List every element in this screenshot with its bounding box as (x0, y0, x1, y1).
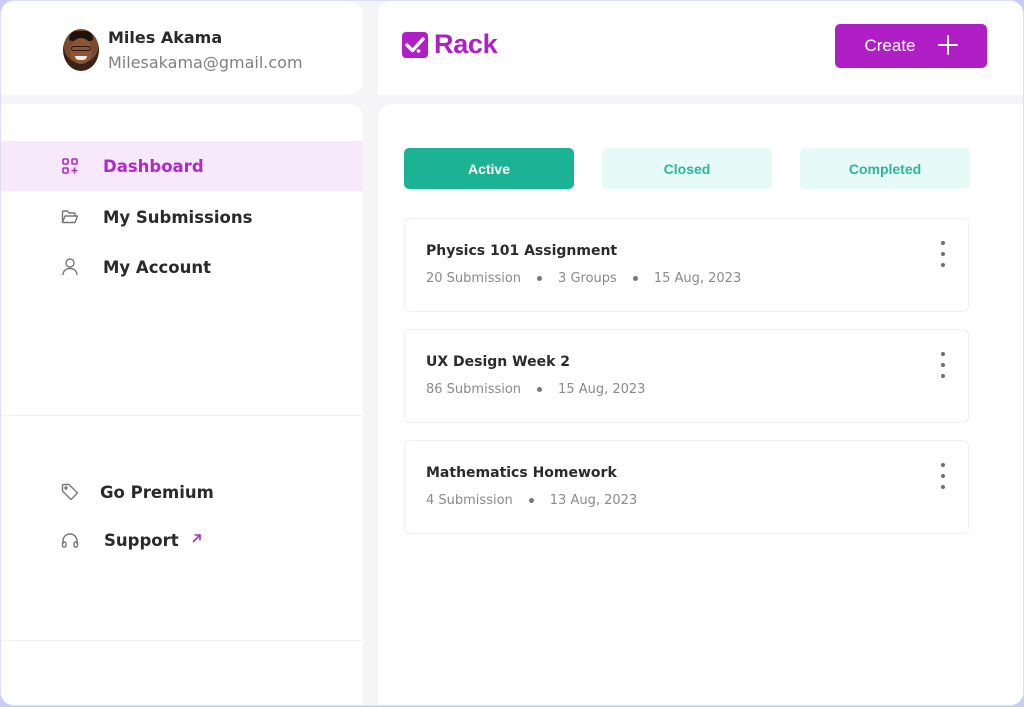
sidebar-item-label: Dashboard (103, 156, 204, 176)
user-email: Milesakama@gmail.com (108, 53, 303, 72)
dot-separator (632, 276, 638, 281)
grid-add-icon (61, 157, 79, 175)
sidebar-item-go-premium[interactable]: Go Premium (1, 467, 363, 517)
sidebar-divider (1, 640, 363, 641)
create-button-label: Create (864, 36, 916, 55)
sidebar-item-label: My Account (103, 257, 211, 277)
profile-card: Miles Akama Milesakama@gmail.com (1, 1, 363, 95)
submission-count: 4 Submission (426, 493, 513, 508)
sidebar-item-label: My Submissions (103, 207, 253, 227)
avatar[interactable] (63, 29, 99, 71)
sidebar-divider (1, 415, 363, 416)
submission-count: 86 Submission (426, 382, 522, 397)
brand-name: Rack (434, 29, 498, 59)
create-button[interactable]: Create (835, 24, 987, 68)
assignment-card[interactable]: UX Design Week 2 86 Submission 15 Aug, 2… (404, 329, 969, 423)
folder-open-icon (61, 208, 79, 226)
user-icon (61, 258, 79, 276)
more-options-icon[interactable] (938, 241, 948, 267)
user-name: Miles Akama (108, 28, 223, 47)
assignment-card[interactable]: Mathematics Homework 4 Submission 13 Aug… (404, 440, 969, 534)
assignment-title: Physics 101 Assignment (426, 243, 618, 259)
checkbox-check-icon (402, 31, 428, 58)
sidebar-item-dashboard[interactable]: Dashboard (1, 141, 363, 191)
top-header: Rack Create (378, 1, 1023, 95)
assignment-date: 15 Aug, 2023 (653, 271, 742, 286)
sidebar-item-label: Support (104, 530, 179, 550)
assignment-title: Mathematics Homework (426, 465, 617, 481)
more-options-icon[interactable] (938, 352, 948, 378)
app-window: Miles Akama Milesakama@gmail.com Rack Cr… (0, 0, 1024, 706)
dot-separator (528, 498, 534, 503)
tab-closed[interactable]: Closed (602, 148, 772, 189)
more-options-icon[interactable] (938, 463, 948, 489)
assignment-date: 13 Aug, 2023 (549, 493, 638, 508)
tab-active[interactable]: Active (404, 148, 574, 189)
tag-icon (61, 483, 79, 501)
group-count: 3 Groups (558, 271, 617, 286)
dot-separator (537, 276, 543, 281)
sidebar-item-my-account[interactable]: My Account (1, 242, 363, 292)
sidebar: Dashboard My Submissions My Account Go P… (1, 104, 363, 705)
assignment-meta: 4 Submission 13 Aug, 2023 (426, 493, 637, 508)
arrow-up-right-icon (191, 533, 202, 548)
main-content: Active Closed Completed Physics 101 Assi… (378, 104, 1023, 705)
assignment-meta: 86 Submission 15 Aug, 2023 (426, 382, 645, 397)
sidebar-item-label: Go Premium (100, 482, 214, 502)
assignment-date: 15 Aug, 2023 (558, 382, 646, 397)
assignment-title: UX Design Week 2 (426, 354, 571, 370)
submission-count: 20 Submission (426, 271, 522, 286)
sidebar-item-my-submissions[interactable]: My Submissions (1, 192, 363, 242)
plus-icon (937, 34, 958, 58)
assignment-card[interactable]: Physics 101 Assignment 20 Submission 3 G… (404, 218, 969, 312)
brand-logo[interactable]: Rack (402, 29, 498, 60)
dot-separator (537, 387, 543, 392)
sidebar-item-support[interactable]: Support (1, 515, 363, 565)
headphones-icon (61, 531, 79, 549)
assignment-meta: 20 Submission 3 Groups 15 Aug, 2023 (426, 271, 741, 286)
tab-completed[interactable]: Completed (800, 148, 970, 189)
